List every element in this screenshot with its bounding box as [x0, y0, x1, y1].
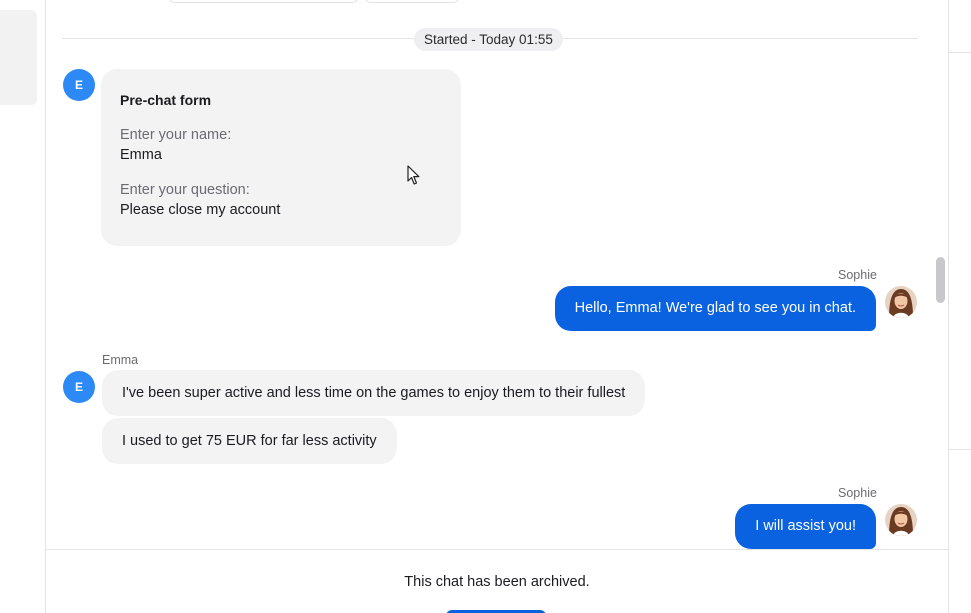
customer-avatar: E [63, 371, 95, 403]
chat-list-card[interactable] [0, 10, 37, 105]
form-field-label: Enter your question: [120, 182, 250, 198]
archived-notice: This chat has been archived. [404, 574, 590, 590]
customer-avatar: E [63, 69, 95, 101]
agent-message-bubble: Hello, Emma! We're glad to see you in ch… [554, 286, 876, 331]
right-panel [948, 0, 971, 613]
chat-footer: This chat has been archived. [46, 549, 948, 613]
form-field-label: Enter your name: [120, 127, 232, 143]
prechat-form-title: Pre-chat form [120, 92, 212, 108]
prechat-form-card: Pre-chat form Enter your name: Emma Ente… [101, 69, 461, 246]
agent-avatar [885, 286, 917, 318]
quick-reply-chip[interactable] [168, 0, 359, 3]
right-panel-divider [948, 52, 971, 53]
form-field-value: Emma [120, 147, 162, 163]
right-panel-divider [948, 449, 971, 450]
chat-scrollbar[interactable] [936, 257, 945, 303]
chat-started-badge: Started - Today 01:55 [414, 28, 563, 51]
customer-message-bubble: I've been super active and less time on … [102, 370, 646, 416]
form-field-value: Please close my account [120, 202, 281, 218]
mouse-pointer-icon [407, 165, 420, 185]
sender-name: Sophie [838, 268, 877, 282]
customer-message-bubble: I used to get 75 EUR for far less activi… [102, 418, 397, 464]
quick-reply-chip[interactable] [364, 0, 460, 3]
panel-divider [45, 0, 46, 613]
sender-name: Sophie [838, 486, 877, 500]
agent-message-bubble: I will assist you! [735, 504, 876, 549]
agent-avatar [885, 504, 917, 536]
sender-name: Emma [102, 353, 139, 367]
left-panel [0, 0, 46, 613]
